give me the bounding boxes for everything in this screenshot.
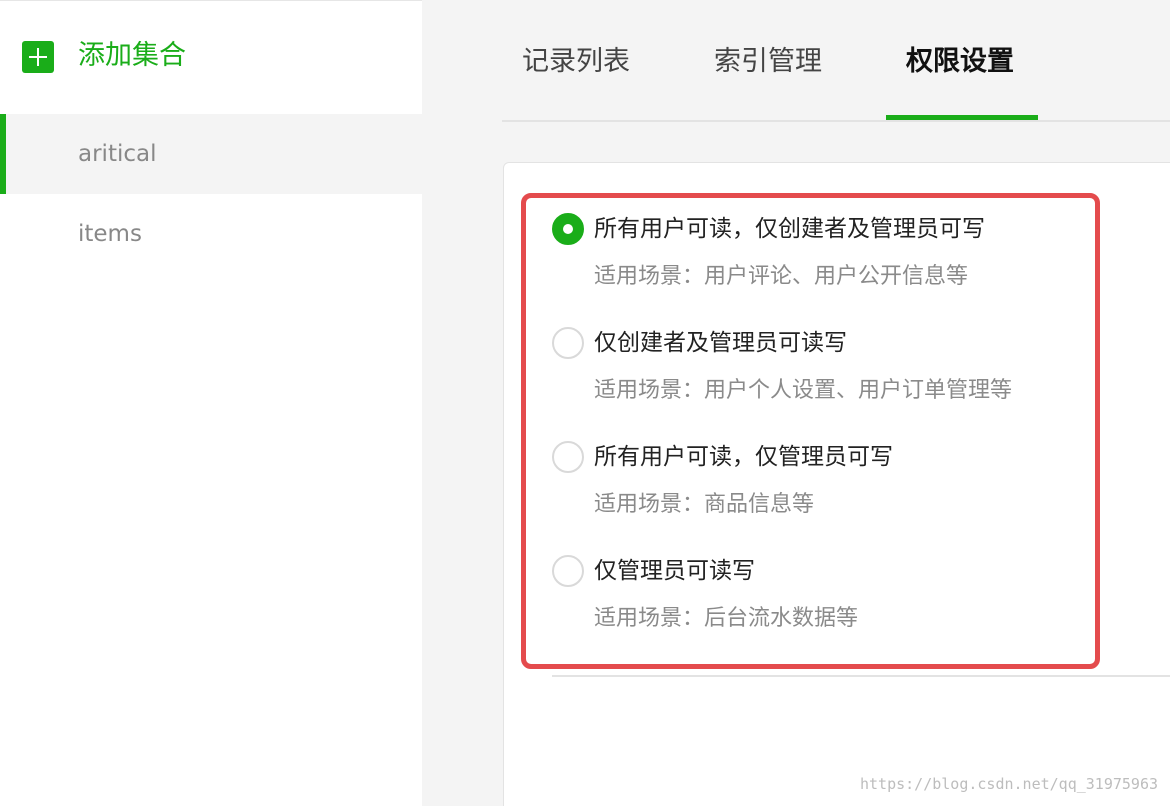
- sidebar-item-aritical[interactable]: aritical: [0, 114, 422, 194]
- annotation-highlight-box: [521, 193, 1100, 669]
- active-tab-indicator: [886, 115, 1038, 120]
- sidebar: 添加集合 aritical items: [0, 0, 422, 806]
- add-collection-label: 添加集合: [78, 40, 186, 71]
- watermark: https://blog.csdn.net/qq_31975963: [859, 775, 1158, 793]
- tab-indexes[interactable]: 索引管理: [714, 44, 822, 80]
- add-collection-button[interactable]: 添加集合: [0, 1, 422, 114]
- sidebar-item-items[interactable]: items: [0, 194, 422, 274]
- tab-permissions[interactable]: 权限设置: [906, 44, 1014, 80]
- tab-records[interactable]: 记录列表: [522, 44, 630, 80]
- tab-bar: 记录列表 索引管理 权限设置: [502, 0, 1170, 122]
- plus-square-icon: [22, 41, 54, 73]
- panel-divider: [552, 675, 1170, 677]
